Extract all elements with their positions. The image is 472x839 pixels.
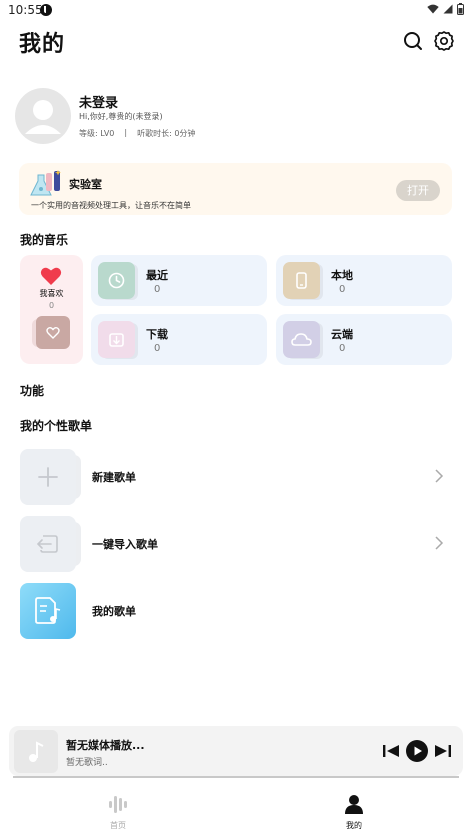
nav-home[interactable]: 首页	[78, 794, 158, 831]
favorites-cover	[36, 316, 70, 349]
chevron-right-icon	[435, 536, 444, 550]
next-track-icon[interactable]	[431, 739, 455, 763]
favorites-label: 我喜欢	[39, 289, 64, 298]
download-tile[interactable]: 下载 0	[91, 314, 267, 365]
play-icon[interactable]	[405, 739, 429, 763]
playlists-title: 我的个性歌单	[20, 419, 93, 433]
mini-player[interactable]: 暂无媒体播放... 暂无歌词..	[9, 726, 463, 776]
heart-outline-icon	[46, 327, 60, 339]
lab-flasks-icon	[30, 170, 61, 196]
functions-title: 功能	[20, 384, 45, 398]
favorites-card[interactable]: 我喜欢 0	[20, 255, 83, 364]
download-label: 下载	[146, 328, 168, 341]
wifi-icon	[427, 4, 439, 14]
status-time: 10:55	[8, 3, 43, 17]
player-lyric: 暂无歌词..	[66, 758, 108, 768]
my-playlist-label: 我的歌单	[92, 605, 136, 618]
nav-mine[interactable]: 我的	[314, 794, 394, 831]
heart-icon	[40, 267, 62, 285]
status-bar: 10:55	[0, 0, 472, 22]
cloud-icon	[283, 321, 320, 358]
music-file-icon	[20, 583, 76, 639]
lab-open-button[interactable]: 打开	[396, 180, 440, 201]
player-cover	[14, 730, 58, 773]
profile-stats: 等级: LV0 | 听歌时长: 0分钟	[79, 128, 195, 139]
phone-icon	[283, 262, 320, 299]
music-note-icon	[29, 741, 44, 762]
player-progress-bar[interactable]	[13, 776, 459, 778]
user-icon	[345, 795, 363, 814]
signal-icon	[443, 4, 453, 14]
cloud-label: 云端	[331, 328, 353, 341]
recent-tile[interactable]: 最近 0	[91, 255, 267, 306]
page-title: 我的	[19, 32, 66, 57]
recent-count: 0	[154, 284, 161, 295]
default-user-icon	[25, 100, 61, 134]
settings-gear-icon[interactable]	[433, 30, 455, 52]
local-label: 本地	[331, 269, 353, 282]
waveform-icon	[109, 796, 127, 813]
search-icon[interactable]	[402, 30, 424, 52]
nav-home-label: 首页	[110, 821, 126, 830]
lab-description: 一个实用的音视频处理工具，让音乐不在简单	[31, 201, 191, 210]
avatar[interactable]	[15, 88, 71, 144]
local-count: 0	[339, 284, 346, 295]
import-playlist-label: 一键导入歌单	[92, 538, 158, 551]
battery-icon	[457, 3, 464, 15]
recent-label: 最近	[146, 269, 168, 282]
new-playlist-row[interactable]: 新建歌单	[20, 449, 452, 505]
user-level: 等级: LV0	[79, 129, 115, 138]
clock-icon	[98, 262, 135, 299]
lab-card[interactable]: 实验室 一个实用的音视频处理工具，让音乐不在简单 打开	[19, 163, 452, 215]
favorites-count: 0	[48, 301, 55, 310]
cloud-count: 0	[339, 343, 346, 354]
nav-mine-label: 我的	[346, 821, 362, 830]
download-icon	[98, 321, 135, 358]
listen-time: 听歌时长: 0分钟	[137, 129, 196, 138]
local-tile[interactable]: 本地 0	[276, 255, 452, 306]
previous-track-icon[interactable]	[379, 739, 403, 763]
download-count: 0	[154, 343, 161, 354]
import-icon	[20, 516, 76, 572]
my-playlist-row[interactable]: 我的歌单	[20, 583, 452, 639]
cloud-tile[interactable]: 云端 0	[276, 314, 452, 365]
lab-title: 实验室	[69, 178, 102, 191]
new-playlist-label: 新建歌单	[92, 471, 136, 484]
player-title: 暂无媒体播放...	[66, 739, 145, 752]
tiktok-notification-icon	[40, 4, 52, 16]
chevron-right-icon	[435, 469, 444, 483]
stats-separator: |	[124, 128, 128, 137]
profile-name[interactable]: 未登录	[79, 92, 118, 111]
profile-greeting: Hi,你好,尊贵的(未登录)	[79, 112, 163, 121]
my-music-title: 我的音乐	[20, 233, 69, 247]
plus-icon	[20, 449, 76, 505]
import-playlist-row[interactable]: 一键导入歌单	[20, 516, 452, 572]
